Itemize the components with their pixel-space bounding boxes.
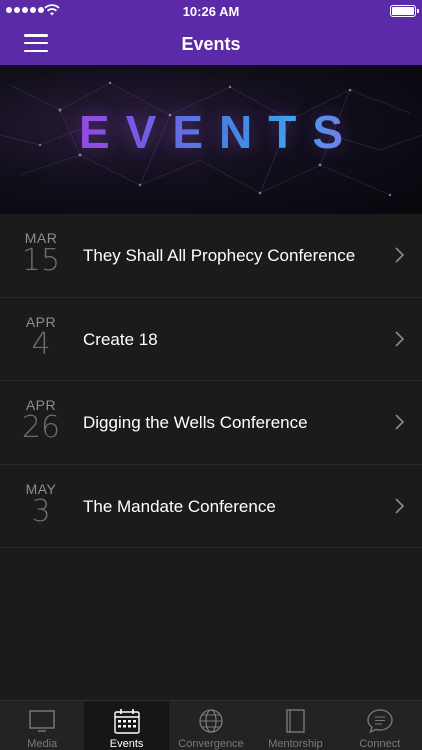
tab-label: Media [27, 738, 58, 750]
status-bar: 10:26 AM [0, 0, 422, 22]
event-date: MAR 15 [14, 230, 68, 276]
tab-label: Events [109, 738, 144, 750]
event-day: 4 [31, 326, 51, 362]
top-bar: 10:26 AM Events [0, 0, 422, 65]
tab-convergence[interactable]: Convergence [169, 701, 253, 750]
event-date: APR 4 [14, 314, 68, 360]
tv-icon [29, 710, 55, 732]
event-day: 15 [21, 243, 61, 278]
chevron-right-icon [395, 414, 405, 430]
tab-mentorship[interactable]: Mentorship [253, 701, 337, 750]
tab-connect[interactable]: Connect [338, 701, 422, 750]
chevron-right-icon [395, 497, 405, 514]
tab-label: Connect [359, 738, 401, 750]
navigation-bar: Events [0, 22, 422, 65]
chevron-right-icon [395, 247, 405, 263]
event-title: The Mandate Conference [83, 496, 276, 516]
globe-icon [199, 709, 223, 733]
tab-label: Convergence [178, 738, 244, 750]
page-title: Events [181, 34, 241, 54]
event-title: Digging the Wells Conference [83, 413, 308, 432]
event-date: MAY 3 [14, 481, 68, 527]
status-time: 10:26 AM [182, 4, 240, 19]
events-banner: EVENTS [0, 65, 422, 214]
event-day: 3 [31, 493, 51, 529]
event-row[interactable]: MAY 3 The Mandate Conference [0, 464, 422, 548]
chevron-right-icon [395, 330, 405, 347]
event-row[interactable]: MAR 15 They Shall All Prophecy Conferenc… [0, 214, 422, 298]
tab-bar: Media Events Convergence Mentorship Conn… [0, 700, 422, 750]
event-row[interactable]: APR 4 Create 18 [0, 297, 422, 381]
chat-icon [367, 709, 393, 734]
battery-icon [390, 5, 419, 17]
tab-label: Mentorship [268, 738, 323, 750]
event-day: 26 [21, 410, 61, 445]
tab-media[interactable]: Media [0, 701, 84, 750]
calendar-icon [113, 709, 140, 734]
event-row[interactable]: APR 26 Digging the Wells Conference [0, 381, 422, 465]
event-title: Create 18 [83, 329, 158, 349]
book-icon [286, 709, 306, 733]
banner-title: EVENTS [0, 105, 422, 159]
event-title: They Shall All Prophecy Conference [83, 246, 356, 265]
events-list: MAR 15 They Shall All Prophecy Conferenc… [0, 214, 422, 548]
tab-events[interactable]: Events [84, 701, 169, 750]
event-date: APR 26 [14, 397, 68, 443]
